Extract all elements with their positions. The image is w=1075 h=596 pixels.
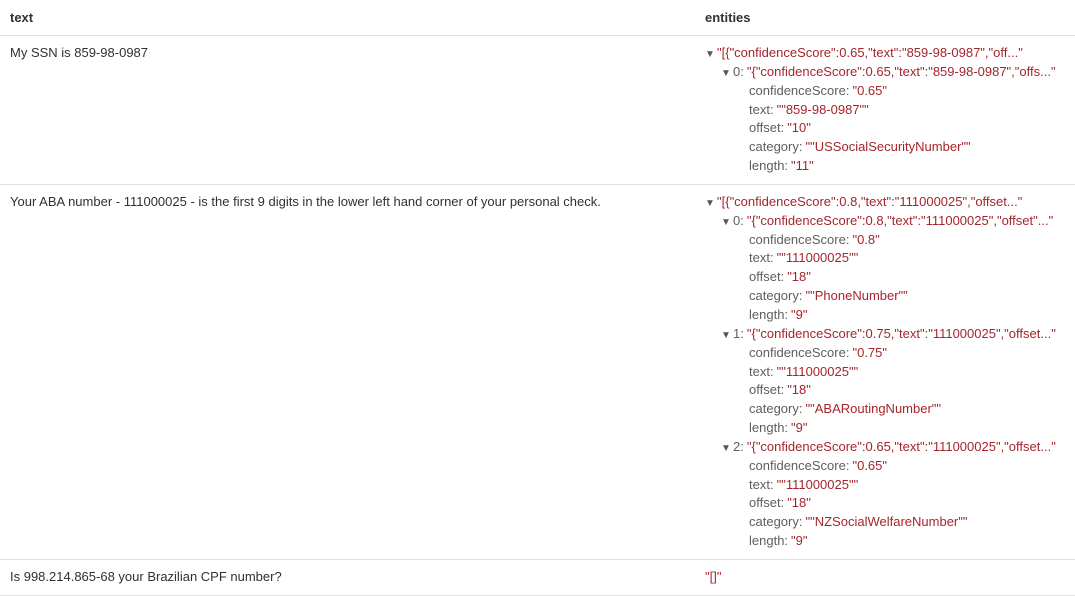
tree-item-preview[interactable]: "{"confidenceScore":0.8,"text":"11100002… bbox=[747, 212, 1053, 231]
caret-down-icon[interactable]: ▼ bbox=[721, 442, 733, 457]
tree-field-key: offset bbox=[749, 494, 781, 513]
caret-down-icon[interactable]: ▼ bbox=[705, 48, 717, 63]
tree-key-index: 2 bbox=[733, 438, 740, 457]
tree-field-key: text bbox=[749, 476, 770, 495]
tree-item-preview[interactable]: "{"confidenceScore":0.65,"text":"859-98-… bbox=[747, 63, 1056, 82]
caret-down-icon[interactable]: ▼ bbox=[705, 197, 717, 212]
caret-down-icon[interactable]: ▼ bbox=[721, 67, 733, 82]
tree-field-key: length bbox=[749, 532, 784, 551]
json-tree: "[]" bbox=[705, 568, 1065, 587]
caret-down-icon[interactable]: ▼ bbox=[721, 216, 733, 231]
tree-field-value[interactable]: "0.75" bbox=[852, 344, 887, 363]
tree-field-key: length bbox=[749, 157, 784, 176]
tree-root-preview[interactable]: "[]" bbox=[705, 568, 721, 587]
cell-text: My SSN is 859-98-0987 bbox=[0, 36, 695, 185]
json-tree: ▼"[{"confidenceScore":0.65,"text":"859-9… bbox=[705, 44, 1065, 176]
cell-text: Your ABA number - 111000025 - is the fir… bbox=[0, 184, 695, 559]
col-header-entities[interactable]: entities bbox=[695, 0, 1075, 36]
tree-item-preview[interactable]: "{"confidenceScore":0.75,"text":"1110000… bbox=[747, 325, 1056, 344]
tree-key-index: 0 bbox=[733, 212, 740, 231]
tree-field-value[interactable]: "11" bbox=[791, 157, 814, 176]
tree-field-key: text bbox=[749, 363, 770, 382]
cell-entities: ▼"[{"confidenceScore":0.8,"text":"111000… bbox=[695, 184, 1075, 559]
tree-field-key: text bbox=[749, 249, 770, 268]
tree-key-index: 0 bbox=[733, 63, 740, 82]
tree-field-value[interactable]: ""859-98-0987"" bbox=[777, 101, 869, 120]
tree-field-key: category bbox=[749, 138, 799, 157]
tree-field-key: offset bbox=[749, 381, 781, 400]
tree-field-value[interactable]: ""USSocialSecurityNumber"" bbox=[806, 138, 971, 157]
tree-field-value[interactable]: "18" bbox=[787, 494, 811, 513]
cell-entities: "[]" bbox=[695, 559, 1075, 595]
col-header-text[interactable]: text bbox=[0, 0, 695, 36]
tree-field-key: offset bbox=[749, 119, 781, 138]
tree-field-value[interactable]: ""111000025"" bbox=[777, 476, 859, 495]
json-tree: ▼"[{"confidenceScore":0.8,"text":"111000… bbox=[705, 193, 1065, 551]
tree-field-key: confidenceScore bbox=[749, 344, 846, 363]
tree-field-value[interactable]: "9" bbox=[791, 306, 807, 325]
tree-field-value[interactable]: "10" bbox=[787, 119, 811, 138]
tree-field-key: category bbox=[749, 513, 799, 532]
tree-field-value[interactable]: "18" bbox=[787, 268, 811, 287]
tree-field-value[interactable]: ""111000025"" bbox=[777, 249, 859, 268]
table-row: Your ABA number - 111000025 - is the fir… bbox=[0, 184, 1075, 559]
cell-entities: ▼"[{"confidenceScore":0.65,"text":"859-9… bbox=[695, 36, 1075, 185]
caret-down-icon[interactable]: ▼ bbox=[721, 329, 733, 344]
tree-field-value[interactable]: ""NZSocialWelfareNumber"" bbox=[806, 513, 968, 532]
tree-field-value[interactable]: ""111000025"" bbox=[777, 363, 859, 382]
tree-field-key: category bbox=[749, 287, 799, 306]
tree-field-key: confidenceScore bbox=[749, 82, 846, 101]
tree-field-key: text bbox=[749, 101, 770, 120]
tree-field-value[interactable]: ""PhoneNumber"" bbox=[806, 287, 908, 306]
cell-text: Is 998.214.865-68 your Brazilian CPF num… bbox=[0, 559, 695, 595]
tree-field-value[interactable]: "18" bbox=[787, 381, 811, 400]
tree-field-value[interactable]: ""ABARoutingNumber"" bbox=[806, 400, 942, 419]
tree-root-preview[interactable]: "[{"confidenceScore":0.65,"text":"859-98… bbox=[717, 44, 1023, 63]
tree-key-index: 1 bbox=[733, 325, 740, 344]
tree-field-value[interactable]: "0.65" bbox=[852, 457, 887, 476]
tree-field-key: category bbox=[749, 400, 799, 419]
tree-field-key: confidenceScore bbox=[749, 231, 846, 250]
tree-field-key: confidenceScore bbox=[749, 457, 846, 476]
table-row: Is 998.214.865-68 your Brazilian CPF num… bbox=[0, 559, 1075, 595]
tree-field-key: length bbox=[749, 419, 784, 438]
results-table: text entities My SSN is 859-98-0987▼"[{"… bbox=[0, 0, 1075, 596]
tree-field-value[interactable]: "0.8" bbox=[852, 231, 879, 250]
tree-field-value[interactable]: "0.65" bbox=[852, 82, 887, 101]
tree-field-key: length bbox=[749, 306, 784, 325]
tree-item-preview[interactable]: "{"confidenceScore":0.65,"text":"1110000… bbox=[747, 438, 1056, 457]
tree-root-preview[interactable]: "[{"confidenceScore":0.8,"text":"1110000… bbox=[717, 193, 1022, 212]
tree-field-key: offset bbox=[749, 268, 781, 287]
tree-field-value[interactable]: "9" bbox=[791, 419, 807, 438]
tree-field-value[interactable]: "9" bbox=[791, 532, 807, 551]
table-row: My SSN is 859-98-0987▼"[{"confidenceScor… bbox=[0, 36, 1075, 185]
